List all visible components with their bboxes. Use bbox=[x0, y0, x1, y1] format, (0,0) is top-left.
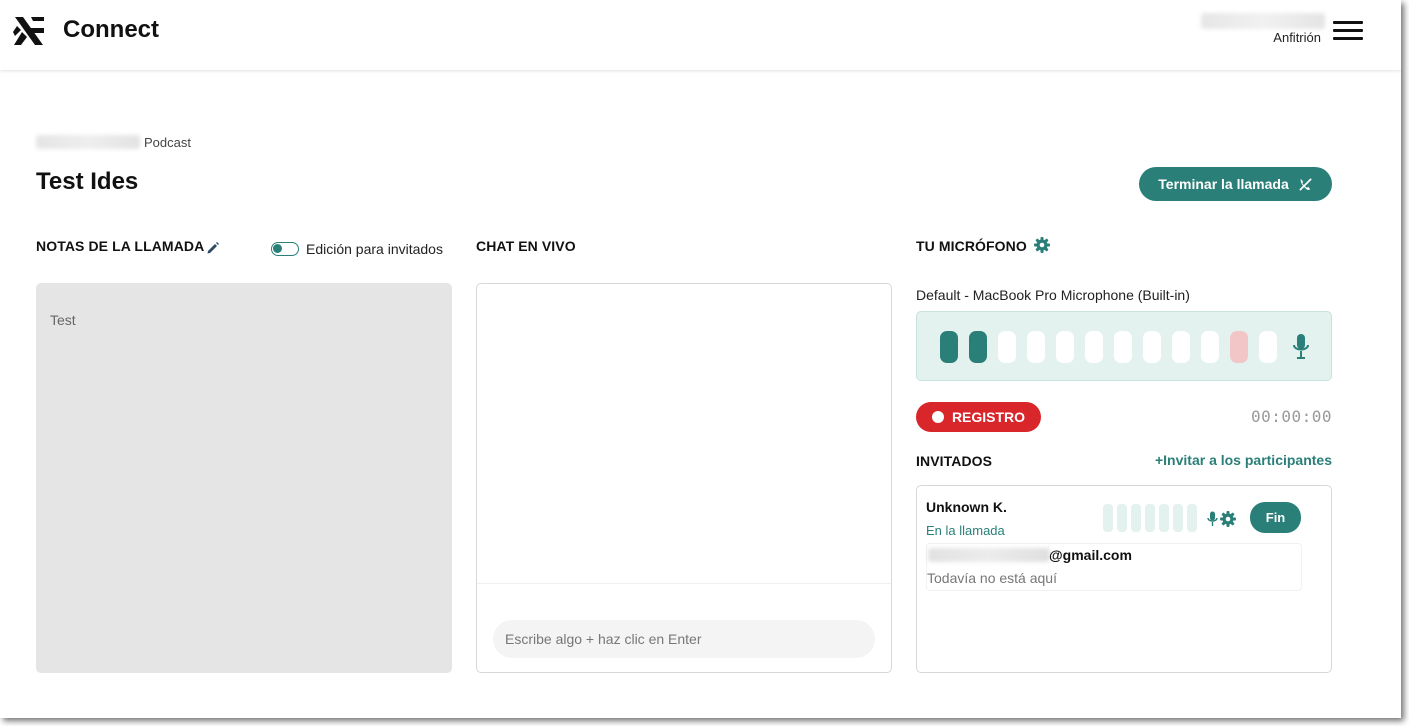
guest-microphone-icon[interactable] bbox=[1207, 511, 1218, 527]
user-role: Anfitrión bbox=[1273, 30, 1321, 45]
record-button[interactable]: REGISTRO bbox=[916, 402, 1041, 432]
end-call-label: Terminar la llamada bbox=[1158, 176, 1289, 192]
chat-input[interactable] bbox=[493, 620, 875, 658]
chat-section-title: CHAT EN VIVO bbox=[476, 238, 576, 254]
user-name-redacted bbox=[1201, 13, 1325, 29]
hang-up-icon bbox=[1299, 177, 1312, 191]
connect-logo-icon[interactable] bbox=[13, 16, 45, 46]
guests-section-title: INVITADOS bbox=[916, 453, 993, 469]
mic-level-bar bbox=[1085, 331, 1103, 363]
call-notes-editor[interactable]: Test bbox=[36, 283, 452, 673]
recording-timer: 00:00:00 bbox=[1250, 407, 1332, 426]
mic-device-name: Default - MacBook Pro Microphone (Built-… bbox=[916, 287, 1190, 303]
guest-edit-label: Edición para invitados bbox=[306, 241, 443, 257]
hamburger-menu-icon[interactable] bbox=[1333, 21, 1365, 43]
mic-level-bar bbox=[1056, 331, 1074, 363]
mic-level-bar bbox=[940, 331, 958, 363]
pencil-icon[interactable] bbox=[206, 241, 220, 255]
top-bar: Connect Anfitrión bbox=[0, 0, 1401, 70]
mic-level-meter bbox=[916, 311, 1332, 381]
mic-level-bar bbox=[1230, 331, 1248, 363]
guests-panel: Unknown K. En la llamada Fin @gmail.com … bbox=[916, 485, 1332, 673]
record-label: REGISTRO bbox=[951, 409, 1026, 425]
chat-divider bbox=[477, 583, 891, 584]
mic-level-bar bbox=[1172, 331, 1190, 363]
app-window: Connect Anfitrión Podcast Test Ides Term… bbox=[0, 0, 1401, 718]
microphone-section-title: TU MICRÓFONO bbox=[916, 238, 1027, 254]
end-call-button[interactable]: Terminar la llamada bbox=[1139, 167, 1332, 201]
guest-status: En la llamada bbox=[926, 523, 1005, 538]
mic-level-bar bbox=[969, 331, 987, 363]
page-title: Test Ides bbox=[36, 168, 139, 195]
guest-level-meter bbox=[1103, 504, 1197, 532]
mic-level-bar bbox=[1259, 331, 1277, 363]
app-title: Connect bbox=[63, 16, 159, 43]
mic-level-bar bbox=[998, 331, 1016, 363]
mic-level-bar bbox=[1201, 331, 1219, 363]
guest-email-redacted bbox=[928, 548, 1050, 562]
guest-settings-gear-icon[interactable] bbox=[1220, 511, 1236, 527]
mic-level-bar bbox=[1114, 331, 1132, 363]
microphone-icon[interactable] bbox=[1292, 333, 1310, 361]
record-dot-icon bbox=[931, 411, 944, 423]
guest-email: @gmail.com bbox=[1049, 547, 1132, 563]
mic-level-bar bbox=[1143, 331, 1161, 363]
notes-section-title: NOTAS DE LA LLAMADA bbox=[36, 238, 205, 254]
invite-participants-link[interactable]: +Invitar a los participantes bbox=[1155, 452, 1332, 468]
guest-edit-toggle[interactable] bbox=[271, 242, 299, 256]
breadcrumb: Podcast bbox=[144, 135, 191, 150]
breadcrumb-redacted bbox=[36, 135, 140, 149]
mic-settings-gear-icon[interactable] bbox=[1034, 237, 1050, 253]
guest-name: Unknown K. bbox=[926, 499, 1007, 515]
chat-panel bbox=[476, 283, 892, 673]
end-guest-call-button[interactable]: Fin bbox=[1250, 502, 1301, 533]
mic-level-bar bbox=[1027, 331, 1045, 363]
pending-guest-status: Todavía no está aquí bbox=[927, 570, 1057, 586]
pending-guest-row: @gmail.com Todavía no está aquí bbox=[926, 543, 1302, 591]
